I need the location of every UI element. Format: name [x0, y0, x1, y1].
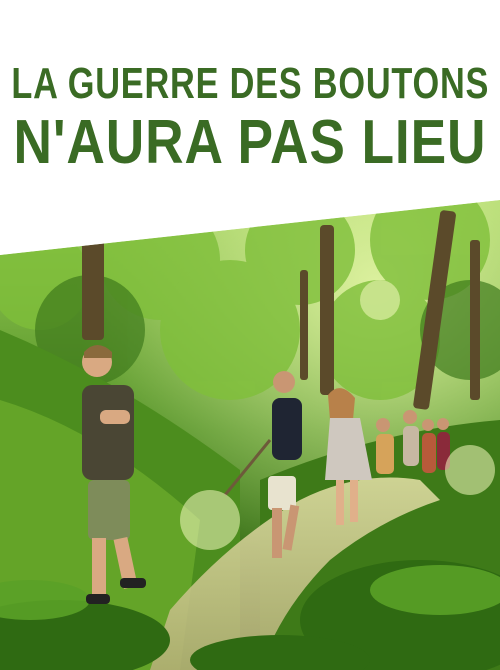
title-line-2: N'AURA PAS LIEU: [13, 108, 487, 177]
poster: LA GUERRE DES BOUTONS N'AURA PAS LIEU: [0, 0, 500, 670]
title-block: LA GUERRE DES BOUTONS N'AURA PAS LIEU: [0, 0, 500, 200]
title-line-1: LA GUERRE DES BOUTONS: [11, 59, 489, 108]
